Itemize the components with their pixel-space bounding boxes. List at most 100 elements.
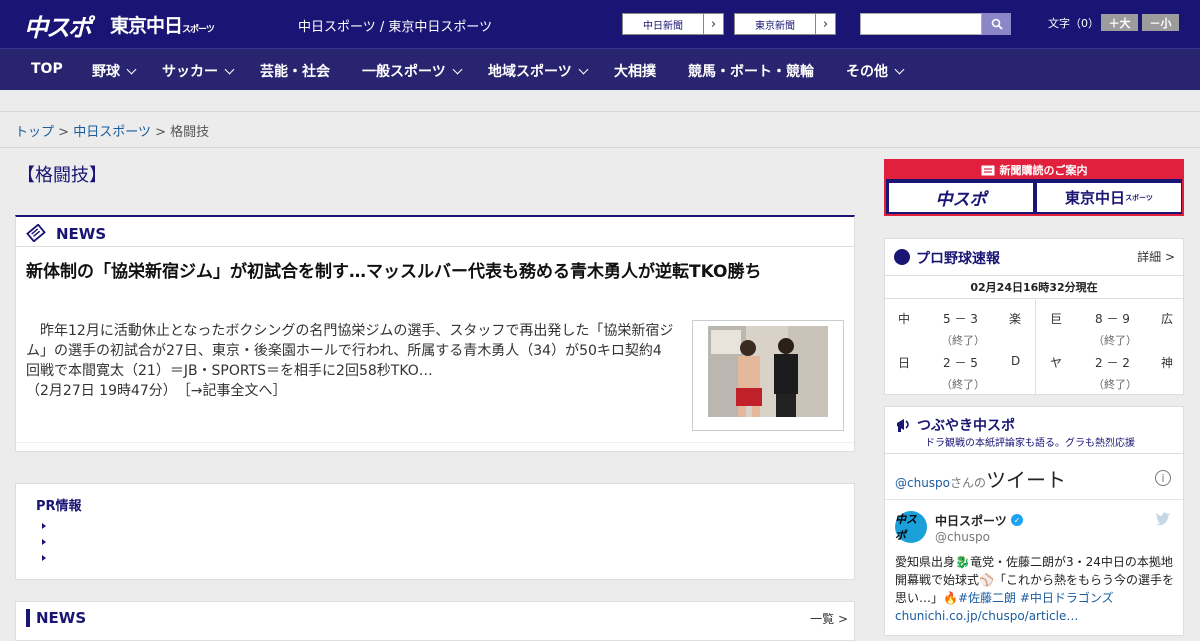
font-size-label: 文字（0） bbox=[1048, 17, 1099, 30]
font-larger-button[interactable]: ＋大 bbox=[1101, 14, 1138, 31]
baseball-score-panel: プロ野球速報 詳細 > 02月24日16時32分現在 中 5 － 3 楽 （終了… bbox=[884, 238, 1184, 395]
news-panel: NEWS 新体制の「協栄新宿ジム」が初試合を制す…マッスルバー代表も務める青木勇… bbox=[15, 215, 855, 452]
info-icon[interactable]: i bbox=[1155, 470, 1171, 486]
game-away-team: 神 bbox=[1161, 356, 1174, 370]
font-smaller-button[interactable]: －小 bbox=[1142, 14, 1179, 31]
tweet-feed-handle-suffix: さんの bbox=[950, 476, 987, 490]
divider bbox=[1035, 300, 1036, 394]
subscribe-tokyo-logo[interactable]: 東京中日 スポーツ bbox=[1037, 183, 1181, 212]
subscribe-chuspo-logo[interactable]: 中スポ bbox=[889, 183, 1033, 212]
nav-item-racing[interactable]: 競馬・ボート・競輪 bbox=[688, 61, 814, 81]
game-away-team: D bbox=[1011, 354, 1021, 368]
game-home-team: 日 bbox=[898, 356, 911, 370]
newspaper-icon bbox=[981, 165, 994, 175]
megaphone-icon bbox=[897, 419, 909, 432]
subscription-banner[interactable]: 新聞購読のご案内 中スポ 東京中日 スポーツ bbox=[884, 159, 1184, 216]
news-list-panel: NEWS 一覧 > bbox=[15, 601, 855, 641]
baseball-detail-link[interactable]: 詳細 > bbox=[1137, 248, 1175, 265]
read-more-link[interactable]: ［→記事全文へ］ bbox=[184, 383, 287, 399]
game-away-team: 楽 bbox=[1009, 312, 1022, 326]
divider bbox=[885, 453, 1183, 454]
pr-panel: PR情報 bbox=[15, 483, 855, 580]
tokyo-shimbun-label: 東京新聞 bbox=[755, 20, 795, 32]
tweet-text: 愛知県出身🐉竜党・佐藤二朗が3・24中日の本拠地開幕戦で始球式⚾「これから熱をも… bbox=[895, 553, 1177, 625]
game-status: （終了） bbox=[1093, 378, 1137, 391]
section-bar bbox=[26, 609, 30, 627]
news-label: NEWS bbox=[56, 225, 107, 243]
avatar[interactable]: 中スポ bbox=[895, 511, 927, 543]
search-icon bbox=[991, 18, 1003, 30]
tweet-author-name[interactable]: 中日スポーツ bbox=[935, 512, 1007, 529]
breadcrumb-chuspo[interactable]: 中日スポーツ bbox=[73, 125, 151, 140]
tweet-feed-heading: @chuspoさんのツイート bbox=[895, 464, 1066, 493]
nav-label: 大相撲 bbox=[614, 64, 656, 80]
game-score[interactable]: 5 － 3 bbox=[943, 310, 978, 327]
chuspo-logo[interactable]: 中スポ bbox=[24, 8, 92, 43]
game-home-team: 巨 bbox=[1050, 312, 1063, 326]
chevron-right-icon: › bbox=[703, 14, 723, 34]
divider bbox=[0, 147, 1200, 148]
news-list-more-link[interactable]: 一覧 > bbox=[810, 610, 848, 627]
game-score[interactable]: 2 － 2 bbox=[1095, 354, 1130, 371]
score-timestamp: 02月24日16時32分現在 bbox=[885, 275, 1183, 299]
nav-item-general-sports[interactable]: 一般スポーツ bbox=[362, 61, 463, 81]
twitter-subtitle: ドラ観戦の本紙評論家も語る。グラも熱烈応援 bbox=[925, 438, 1135, 449]
hashtag-link[interactable]: #佐藤二朗 bbox=[958, 591, 1016, 605]
nav-label: その他 bbox=[846, 64, 888, 80]
article-headline[interactable]: 新体制の「協栄新宿ジム」が初試合を制す…マッスルバー代表も務める青木勇人が逆転T… bbox=[26, 259, 846, 285]
verified-icon: ✓ bbox=[1011, 514, 1023, 526]
hashtag-link[interactable]: #中日ドラゴンズ bbox=[1020, 591, 1114, 605]
nav-item-soccer[interactable]: サッカー bbox=[162, 61, 235, 81]
chevron-down-icon bbox=[126, 64, 137, 75]
news-list-label: NEWS bbox=[36, 609, 87, 627]
search-button[interactable] bbox=[982, 13, 1011, 35]
breadcrumb-top[interactable]: トップ bbox=[15, 125, 54, 140]
nav-label: 野球 bbox=[92, 64, 120, 80]
article-summary: 昨年12月に活動休止となったボクシングの名門協栄ジムの選手、スタッフで再出発した… bbox=[26, 321, 674, 401]
game-status: （終了） bbox=[1093, 334, 1137, 347]
main-nav: TOP 野球 サッカー 芸能・社会 一般スポーツ 地域スポーツ 大相撲 競馬・ボ… bbox=[0, 48, 1200, 90]
chevron-down-icon bbox=[894, 64, 905, 75]
nav-label: サッカー bbox=[162, 64, 218, 80]
nav-item-top[interactable]: TOP bbox=[31, 61, 63, 77]
site-title: 中日スポーツ / 東京中日スポーツ bbox=[298, 20, 493, 35]
tokyo-shimbun-button[interactable]: 東京新聞 › bbox=[734, 13, 836, 35]
twitter-panel: つぶやき中スポ ドラ観戦の本紙評論家も語る。グラも熱烈応援 @chuspoさんの… bbox=[884, 406, 1184, 636]
game-status: （終了） bbox=[941, 334, 985, 347]
newspaper-icon bbox=[26, 224, 46, 242]
nav-item-entertainment[interactable]: 芸能・社会 bbox=[260, 61, 330, 81]
game-score[interactable]: 2 － 5 bbox=[943, 354, 978, 371]
baseball-title: プロ野球速報 bbox=[916, 251, 1000, 267]
nav-item-other[interactable]: その他 bbox=[846, 61, 905, 81]
news-header: NEWS bbox=[16, 217, 854, 247]
tokyo-chunichi-logo[interactable]: 東京中日スポーツ bbox=[110, 11, 215, 38]
search-input[interactable] bbox=[860, 13, 982, 35]
subscription-title-text: 新聞購読のご案内 bbox=[999, 164, 1088, 177]
chevron-down-icon bbox=[452, 64, 463, 75]
subscribe-tokyo-logo-text: 東京中日 bbox=[1065, 189, 1126, 207]
article-thumbnail[interactable] bbox=[692, 320, 844, 431]
breadcrumb-separator: > bbox=[155, 125, 166, 140]
nav-label: 競馬・ボート・競輪 bbox=[688, 64, 814, 80]
tweet-feed-title: ツイート bbox=[986, 468, 1067, 492]
nav-item-baseball[interactable]: 野球 bbox=[92, 61, 137, 81]
nav-label: 一般スポーツ bbox=[362, 64, 446, 80]
game-status: （終了） bbox=[941, 378, 985, 391]
twitter-bird-icon[interactable] bbox=[1155, 511, 1171, 525]
nav-item-sumo[interactable]: 大相撲 bbox=[614, 61, 656, 81]
game-home-team: ヤ bbox=[1050, 356, 1063, 370]
tweet-url-link[interactable]: chunichi.co.jp/chuspo/article… bbox=[895, 609, 1078, 623]
divider bbox=[885, 499, 1183, 500]
game-score[interactable]: 8 － 9 bbox=[1095, 310, 1130, 327]
chunichi-shimbun-button[interactable]: 中日新聞 › bbox=[622, 13, 724, 35]
bullet-icon bbox=[42, 523, 46, 529]
baseball-icon bbox=[894, 249, 910, 265]
boxer-photo bbox=[708, 326, 828, 417]
chevron-right-icon: › bbox=[815, 14, 835, 34]
chevron-down-icon bbox=[578, 64, 589, 75]
tweet-feed-handle-link[interactable]: @chuspo bbox=[895, 476, 950, 490]
tweet-author-handle[interactable]: @chuspo bbox=[935, 530, 990, 544]
twitter-title: つぶやき中スポ bbox=[917, 418, 1015, 434]
divider bbox=[16, 442, 854, 443]
nav-item-local-sports[interactable]: 地域スポーツ bbox=[488, 61, 589, 81]
